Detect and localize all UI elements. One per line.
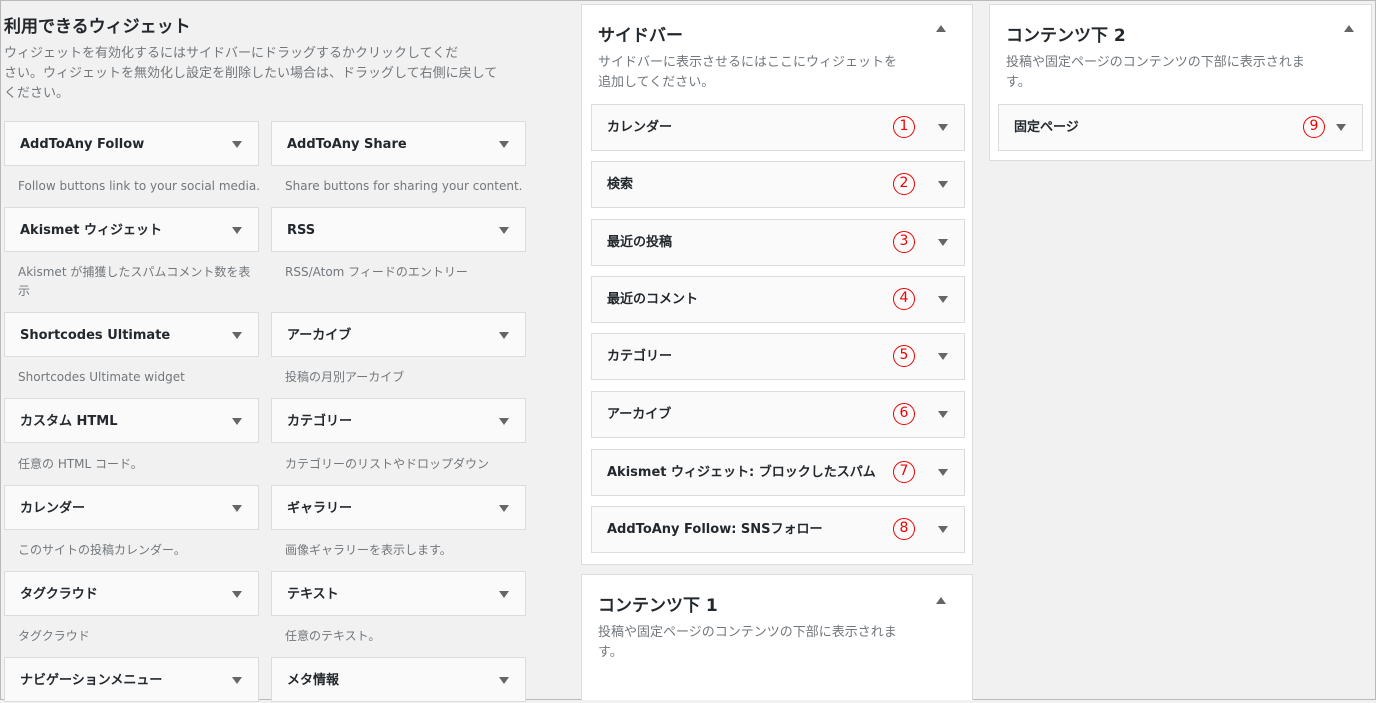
chevron-down-icon[interactable] (938, 469, 948, 476)
chevron-down-icon[interactable] (938, 411, 948, 418)
available-widgets-title: 利用できるウィジェット (4, 17, 191, 37)
sidebar-widget-addtoany-follow[interactable]: AddToAny Follow: SNSフォロー 8 (591, 506, 965, 553)
chevron-down-icon[interactable] (938, 526, 948, 533)
widget-addtoany-follow[interactable]: AddToAny Follow (4, 121, 259, 166)
widget-description: カテゴリーのリストやドロップダウン (285, 457, 490, 471)
chevron-down-icon[interactable] (938, 239, 948, 246)
red-number-marker: 7 (893, 461, 915, 483)
widget-description: このサイトの投稿カレンダー。 (18, 543, 186, 557)
content-below-1-description: 投稿や固定ページのコンテンツの下部に表示されま す。 (598, 625, 897, 660)
widget-description: 任意のテキスト。 (285, 629, 381, 643)
chevron-down-icon[interactable] (499, 332, 509, 339)
chevron-down-icon[interactable] (232, 141, 242, 148)
widget-archive[interactable]: アーカイブ (271, 312, 526, 357)
chevron-down-icon[interactable] (499, 505, 509, 512)
chevron-down-icon[interactable] (499, 141, 509, 148)
red-number-marker: 2 (893, 173, 915, 195)
red-number-marker: 8 (893, 518, 915, 540)
content-below-2-description: 投稿や固定ページのコンテンツの下部に表示されま す。 (1006, 55, 1305, 90)
widget-description: タグクラウド (18, 629, 90, 643)
collapse-up-icon[interactable] (936, 597, 946, 604)
red-number-marker: 3 (893, 231, 915, 253)
sidebar-widget-search[interactable]: 検索 2 (591, 161, 965, 208)
chevron-down-icon[interactable] (938, 181, 948, 188)
content-below-2-panel: コンテンツ下 2 投稿や固定ページのコンテンツの下部に表示されま す。 固定ペー… (989, 4, 1372, 161)
chevron-down-icon[interactable] (232, 418, 242, 425)
widget-meta[interactable]: メタ情報 (271, 657, 526, 702)
chevron-down-icon[interactable] (499, 591, 509, 598)
widget-rss[interactable]: RSS (271, 207, 526, 252)
widget-navigation-menu[interactable]: ナビゲーションメニュー (4, 657, 259, 702)
content-below-1-panel: コンテンツ下 1 投稿や固定ページのコンテンツの下部に表示されま す。 (581, 574, 973, 700)
chevron-down-icon[interactable] (1336, 124, 1346, 131)
widget-shortcodes-ultimate[interactable]: Shortcodes Ultimate (4, 312, 259, 357)
red-number-marker: 5 (893, 345, 915, 367)
sidebar-panel: サイドバー サイドバーに表示させるにはここにウィジェットを 追加してください。 … (581, 4, 973, 565)
sidebar-title[interactable]: サイドバー (598, 21, 683, 46)
widget-categories[interactable]: カテゴリー (271, 398, 526, 443)
sidebar-widget-recent-comments[interactable]: 最近のコメント 4 (591, 276, 965, 323)
chevron-down-icon[interactable] (938, 124, 948, 131)
widget-akismet[interactable]: Akismet ウィジェット (4, 207, 259, 252)
chevron-down-icon[interactable] (938, 296, 948, 303)
content-below-1-title[interactable]: コンテンツ下 1 (598, 591, 718, 616)
widget-gallery[interactable]: ギャラリー (271, 485, 526, 530)
widget-description: 投稿の月別アーカイブ (285, 370, 405, 384)
widget-addtoany-share[interactable]: AddToAny Share (271, 121, 526, 166)
chevron-down-icon[interactable] (232, 505, 242, 512)
chevron-down-icon[interactable] (499, 227, 509, 234)
widget-description: Share buttons for sharing your content. (285, 179, 523, 193)
chevron-down-icon[interactable] (938, 353, 948, 360)
red-number-marker: 1 (893, 116, 915, 138)
widget-custom-html[interactable]: カスタム HTML (4, 398, 259, 443)
widget-description: Shortcodes Ultimate widget (18, 370, 185, 384)
widget-description: 任意の HTML コード。 (18, 457, 143, 471)
chevron-down-icon[interactable] (232, 227, 242, 234)
collapse-up-icon[interactable] (936, 25, 946, 32)
sidebar-description: サイドバーに表示させるにはここにウィジェットを 追加してください。 (598, 55, 898, 90)
sidebar-widget-recent-posts[interactable]: 最近の投稿 3 (591, 219, 965, 266)
red-number-marker: 6 (893, 403, 915, 425)
widget-description: RSS/Atom フィードのエントリー (285, 265, 468, 279)
widget-calendar[interactable]: カレンダー (4, 485, 259, 530)
widget-description: Follow buttons link to your social media… (18, 179, 261, 193)
red-number-marker: 9 (1303, 116, 1325, 138)
content-below-2-widget-pages[interactable]: 固定ページ 9 (998, 104, 1363, 151)
sidebar-widget-categories[interactable]: カテゴリー 5 (591, 333, 965, 380)
chevron-down-icon[interactable] (499, 418, 509, 425)
sidebar-widget-calendar[interactable]: カレンダー 1 (591, 104, 965, 151)
widget-description: 画像ギャラリーを表示します。 (285, 543, 452, 557)
chevron-down-icon[interactable] (232, 591, 242, 598)
sidebar-widget-archive[interactable]: アーカイブ 6 (591, 391, 965, 438)
chevron-down-icon[interactable] (499, 677, 509, 684)
widget-text[interactable]: テキスト (271, 571, 526, 616)
available-widgets-description: ウィジェットを有効化するにはサイドバーにドラッグするかクリックしてくだ さい。ウ… (4, 46, 498, 101)
widget-description: Akismet が捕獲したスパムコメント数を表示 (18, 265, 251, 298)
chevron-down-icon[interactable] (232, 677, 242, 684)
content-below-2-title[interactable]: コンテンツ下 2 (1006, 21, 1126, 46)
red-number-marker: 4 (893, 288, 915, 310)
collapse-up-icon[interactable] (1344, 25, 1354, 32)
sidebar-widget-akismet[interactable]: Akismet ウィジェット: ブロックしたスパム 7 (591, 449, 965, 496)
widget-tag-cloud[interactable]: タグクラウド (4, 571, 259, 616)
chevron-down-icon[interactable] (232, 332, 242, 339)
